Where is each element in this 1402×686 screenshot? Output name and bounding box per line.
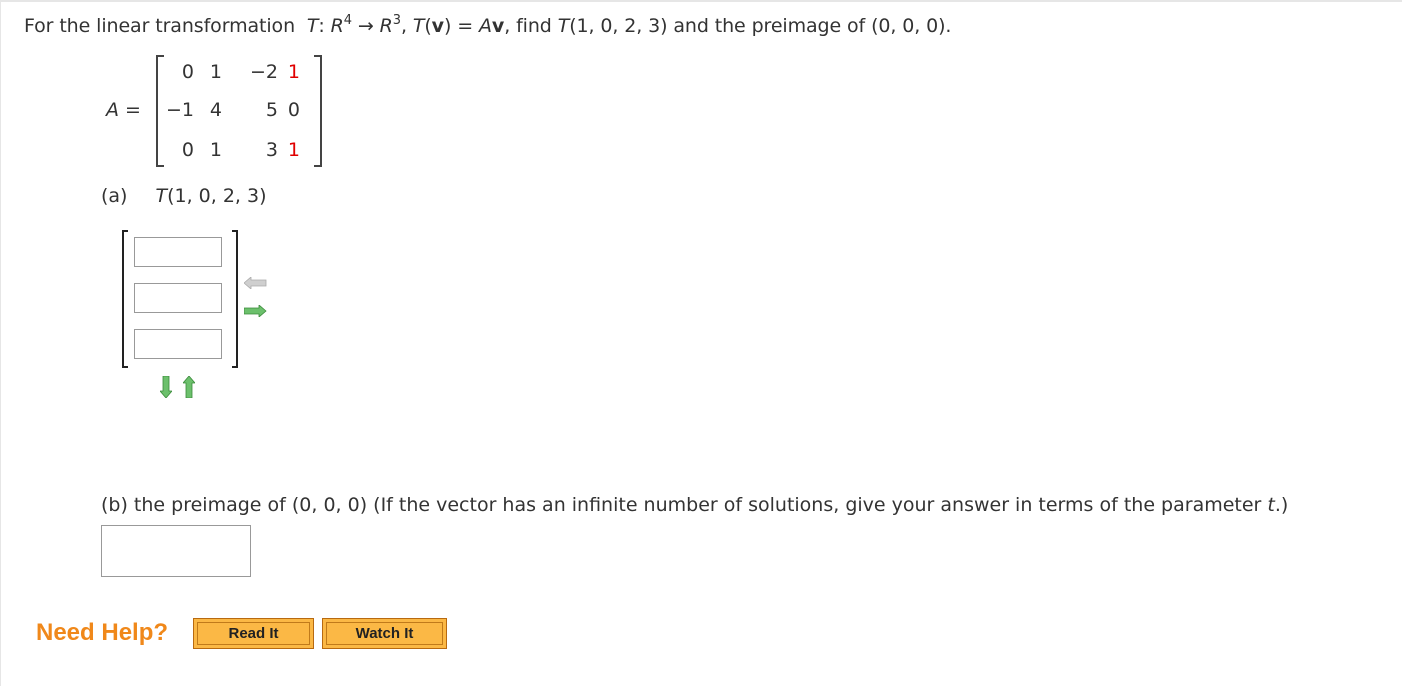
paren-open: ( xyxy=(424,15,432,37)
matrix-label-var: A xyxy=(106,99,119,121)
remove-column-arrow-icon[interactable] xyxy=(244,277,268,289)
comma: , xyxy=(400,15,413,37)
read-it-label: Read It xyxy=(197,622,310,645)
maps-to-arrow: → xyxy=(351,15,380,37)
matrix-cell: −2 xyxy=(249,61,278,83)
matrix-cell: 4 xyxy=(209,99,222,121)
answer-vector-a xyxy=(122,230,238,368)
question-text: For the linear transformation T: R4 → R3… xyxy=(24,13,952,37)
matrix-cell: 3 xyxy=(265,139,278,161)
add-row-arrow-icon[interactable] xyxy=(160,376,172,398)
add-column-arrow-icon[interactable] xyxy=(244,305,268,317)
answer-a-row-3[interactable] xyxy=(134,329,222,359)
matrix-cell: 0 xyxy=(181,61,194,83)
matrix-cell: 1 xyxy=(209,139,222,161)
vector-v: v xyxy=(431,15,444,37)
find-args: (1, 0, 2, 3) and the preimage of (0, 0, … xyxy=(569,15,952,37)
part-b-suffix: .) xyxy=(1274,494,1289,516)
var-R-domain: R xyxy=(330,15,344,37)
matrix-cell: 1 xyxy=(209,61,222,83)
var-A: A xyxy=(478,15,492,37)
part-b-label: (b) the preimage of (0, 0, 0) (If the ve… xyxy=(101,494,1288,516)
var-T: T xyxy=(306,15,319,37)
paren-close-eq: ) = xyxy=(443,15,479,37)
part-a-label: (a) T(1, 0, 2, 3) xyxy=(101,185,267,207)
matrix-cell-highlight: 1 xyxy=(287,61,300,83)
codomain-exponent: 3 xyxy=(392,13,401,28)
matrix-cell: −1 xyxy=(165,99,194,121)
intro-text: For the linear transformation xyxy=(24,15,296,37)
matrix-cell: 0 xyxy=(287,99,300,121)
colon: : xyxy=(318,15,331,37)
matrix-cell-highlight: 1 xyxy=(287,139,300,161)
part-a-T: T xyxy=(155,185,168,207)
answer-b-input[interactable] xyxy=(101,525,251,577)
var-T2: T xyxy=(412,15,425,37)
answer-a-row-1[interactable] xyxy=(134,237,222,267)
matrix-label-eq: = xyxy=(119,99,141,121)
part-a-args: (1, 0, 2, 3) xyxy=(167,185,267,207)
read-it-button[interactable]: Read It xyxy=(193,618,314,649)
watch-it-label: Watch It xyxy=(326,622,443,645)
part-b-prefix: (b) the preimage of (0, 0, 0) (If the ve… xyxy=(101,494,1268,516)
matrix-label: A = xyxy=(106,99,141,121)
matrix-cell: 5 xyxy=(265,99,278,121)
var-R-codomain: R xyxy=(379,15,393,37)
part-a-letter: (a) xyxy=(101,185,128,207)
vector-v2: v xyxy=(491,15,505,37)
need-help-label: Need Help? xyxy=(36,619,169,646)
remove-row-arrow-icon[interactable] xyxy=(183,376,195,398)
domain-exponent: 4 xyxy=(343,13,352,28)
find-text: , find xyxy=(504,15,558,37)
matrix-cell: 0 xyxy=(181,139,194,161)
part-b-param: t xyxy=(1267,494,1275,516)
answer-a-row-2[interactable] xyxy=(134,283,222,313)
var-T3: T xyxy=(557,15,570,37)
watch-it-button[interactable]: Watch It xyxy=(322,618,447,649)
matrix-brackets: 0 1 −2 1 −1 4 5 0 0 1 3 1 xyxy=(156,55,322,167)
